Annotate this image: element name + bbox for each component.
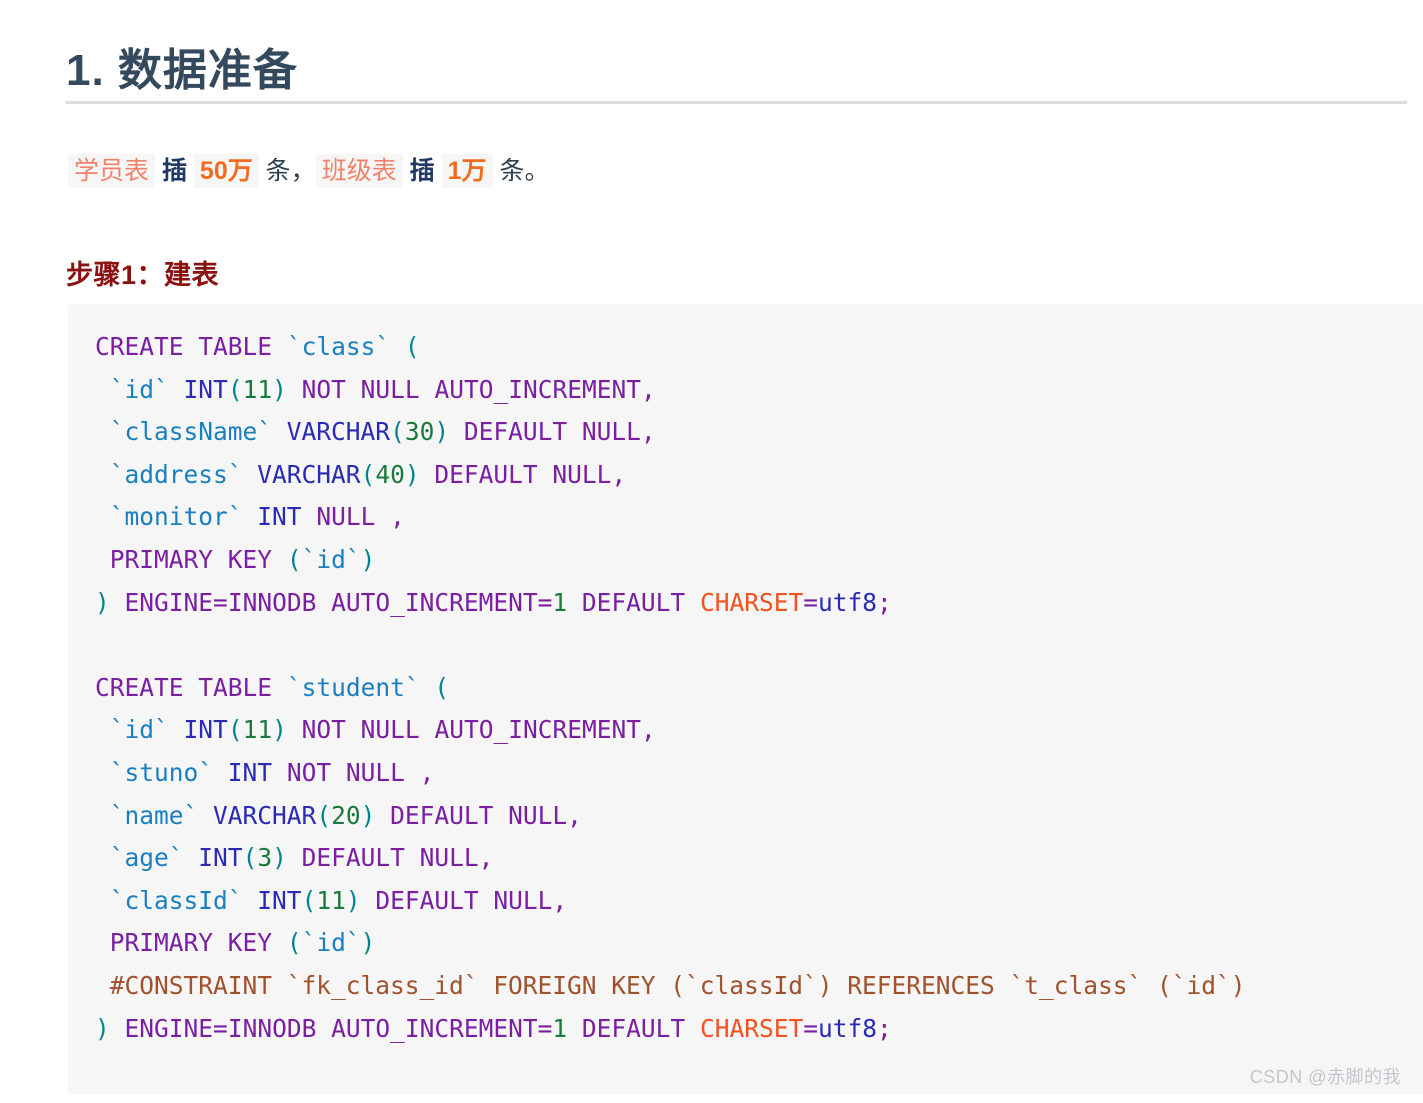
intro-segment-class-table: 班级表 (315, 154, 403, 188)
csdn-watermark: CSDN @赤脚的我 (1249, 1067, 1401, 1087)
intro-segment-count-500k: 50万 (193, 154, 259, 188)
code-line: `address` VARCHAR(40) DEFAULT NULL, (109, 459, 627, 489)
intro-segment-insert-2: 插 (402, 157, 442, 185)
page-title: 1. 数据准备 (66, 46, 298, 96)
sql-code-block[interactable]: CREATE TABLE `class` ( `id` INT(11) NOT … (68, 304, 1423, 1094)
code-line: `id` INT(11) NOT NULL AUTO_INCREMENT, (109, 715, 656, 745)
sql-code-content: CREATE TABLE `class` ( `id` INT(11) NOT … (68, 326, 1423, 1050)
code-line: CREATE TABLE `student` ( (95, 672, 450, 702)
code-line: `age` INT(3) DEFAULT NULL, (109, 843, 494, 873)
intro-segment-student-table: 学员表 (68, 154, 156, 188)
intro-segment-unit-2: 条。 (492, 157, 550, 185)
code-line: `id` INT(11) NOT NULL AUTO_INCREMENT, (109, 374, 656, 404)
step-heading: 步骤1：建表 (66, 260, 220, 290)
code-line: PRIMARY KEY (`id`) (109, 928, 376, 958)
code-line: ) ENGINE=INNODB AUTO_INCREMENT=1 DEFAULT… (95, 587, 892, 617)
code-line: `name` VARCHAR(20) DEFAULT NULL, (109, 800, 582, 830)
code-line: `classId` INT(11) DEFAULT NULL, (109, 885, 568, 915)
intro-segment-count-10k: 1万 (441, 154, 493, 188)
code-line: `stuno` INT NOT NULL , (109, 757, 435, 787)
code-line: `monitor` INT NULL , (109, 502, 405, 532)
title-divider (66, 101, 1407, 104)
intro-segment-insert-1: 插 (155, 157, 194, 185)
code-line: ) ENGINE=INNODB AUTO_INCREMENT=1 DEFAULT… (95, 1013, 892, 1043)
code-line: CREATE TABLE `class` ( (95, 332, 420, 361)
intro-segment-unit-1: 条， (258, 157, 316, 185)
document-page: 1. 数据准备 学员表 插 50万 条， 班级表 插 1万 条。 步骤1：建表 C… (0, 0, 1423, 1103)
code-line: #CONSTRAINT `fk_class_id` FOREIGN KEY (`… (95, 970, 1246, 1000)
code-line: PRIMARY KEY (`id`) (109, 544, 376, 574)
code-line: `className` VARCHAR(30) DEFAULT NULL, (109, 417, 656, 447)
intro-sentence: 学员表 插 50万 条， 班级表 插 1万 条。 (68, 150, 549, 192)
